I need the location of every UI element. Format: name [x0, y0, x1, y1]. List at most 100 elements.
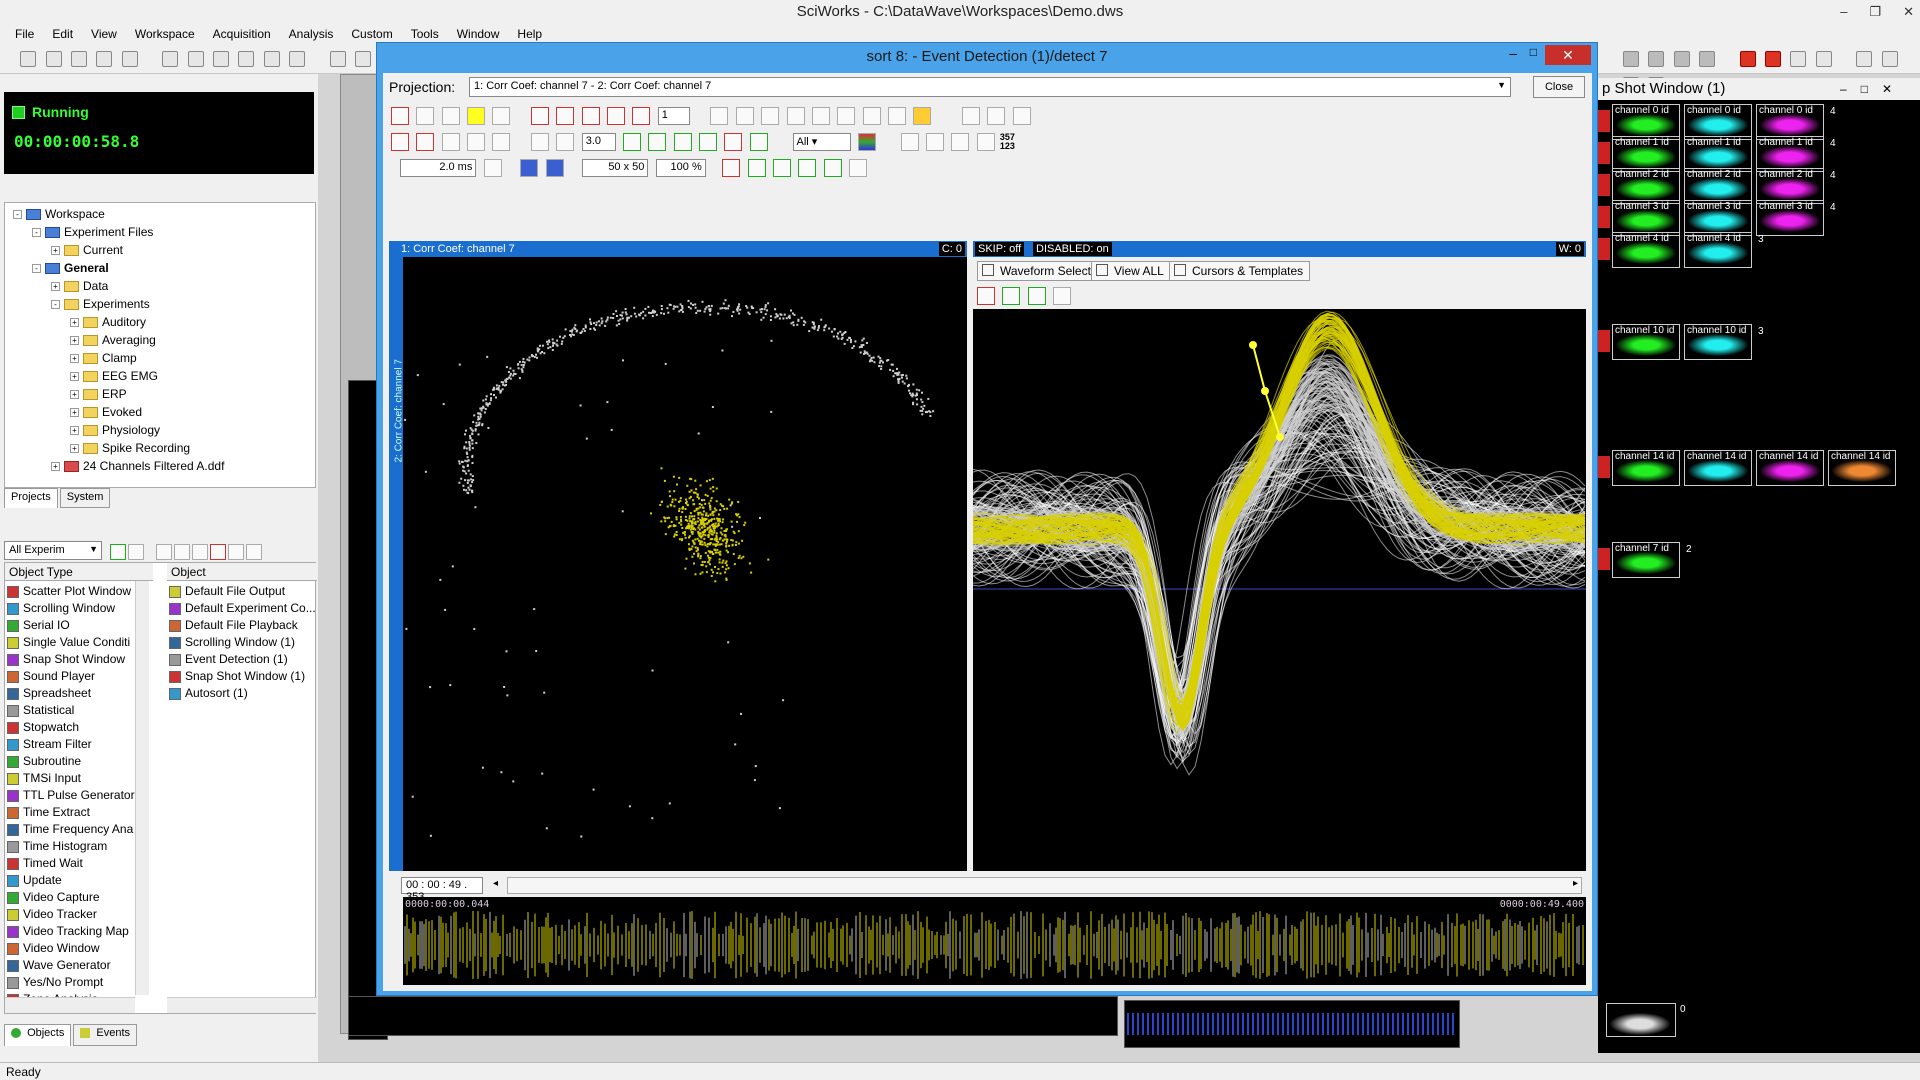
stop-record-icon[interactable] [1765, 51, 1782, 67]
object-type-item[interactable]: Video Window [7, 940, 135, 957]
text-a-icon[interactable] [467, 107, 486, 125]
export-icon[interactable] [849, 159, 868, 177]
cursor-handle[interactable] [1276, 433, 1284, 441]
wave-icon[interactable] [441, 107, 460, 125]
spike-icon-4[interactable] [607, 107, 626, 125]
event-window-close[interactable]: ✕ [1545, 45, 1591, 65]
tree-node[interactable]: - Experiment Files [32, 223, 153, 241]
menu-view[interactable]: View [82, 24, 126, 44]
tree-node[interactable]: + Clamp [70, 349, 137, 367]
filter-x-icon[interactable] [900, 133, 919, 151]
clear-icon[interactable] [391, 107, 409, 125]
snapshot-cell[interactable]: channel 0 id [1756, 104, 1824, 140]
snapshot-cell[interactable]: channel 14 id [1828, 450, 1896, 486]
collapse-icon[interactable]: - [51, 300, 60, 310]
object-type-item[interactable]: Spreadsheet [7, 685, 135, 702]
tree-node[interactable]: - General [32, 259, 109, 277]
tab-cursors-templates[interactable]: Cursors & Templates [1169, 261, 1311, 281]
sort-icon[interactable] [128, 544, 144, 560]
accept-cluster-icon[interactable] [749, 133, 768, 151]
object-type-item[interactable]: Sound Player [7, 668, 135, 685]
tile-icon[interactable] [1881, 51, 1898, 67]
object-item[interactable]: Default File Output [169, 583, 315, 600]
object-type-item[interactable]: Timed Wait [7, 855, 135, 872]
tree-node[interactable]: + Spike Recording [70, 439, 190, 457]
tree-node[interactable]: + Physiology [70, 421, 160, 439]
tree-node[interactable]: + Data [51, 277, 108, 295]
merge-icon[interactable] [441, 133, 460, 151]
tab-objects[interactable]: Objects [4, 1024, 72, 1046]
chevron-right-icon[interactable]: ▸ [1573, 878, 1578, 889]
zoom-region-icon[interactable] [786, 107, 805, 125]
check-icon-3[interactable] [798, 159, 817, 177]
cluster-icon-3[interactable] [673, 133, 692, 151]
menu-edit[interactable]: Edit [43, 24, 82, 44]
tree-node[interactable]: + Averaging [70, 331, 156, 349]
wave-tool-red-icon[interactable] [977, 287, 995, 305]
expand-icon[interactable]: + [70, 408, 79, 418]
object-type-item[interactable]: Scrolling Window [7, 600, 135, 617]
threshold-icon[interactable] [531, 133, 550, 151]
projection-select[interactable]: 1: Corr Coef: channel 7 - 2: Corr Coef: … [469, 77, 1511, 97]
object-item[interactable]: Scrolling Window (1) [169, 634, 315, 651]
menu-workspace[interactable]: Workspace [126, 24, 204, 44]
time-scrollbar[interactable] [507, 877, 1582, 894]
properties-icon[interactable] [156, 544, 172, 560]
object-type-item[interactable]: Wave Generator [7, 957, 135, 974]
threshold-spinner[interactable]: 3.0 [581, 133, 616, 151]
reject-icon[interactable] [722, 159, 741, 177]
snapshot-cell[interactable]: channel 10 id [1612, 324, 1680, 360]
object-item[interactable]: Default Experiment Co... [169, 600, 315, 617]
snapshot-cell[interactable]: channel 1 id [1684, 136, 1752, 172]
menu-analysis[interactable]: Analysis [280, 24, 343, 44]
expand-icon[interactable]: + [70, 372, 79, 382]
all-select[interactable]: All ▾ [792, 133, 851, 151]
minimize-button[interactable]: – [1840, 0, 1847, 24]
expand-icon[interactable]: + [70, 444, 79, 454]
menu-window[interactable]: Window [448, 24, 509, 44]
split-icon[interactable] [467, 133, 486, 151]
expand-icon[interactable]: + [70, 318, 79, 328]
new-icon[interactable] [20, 51, 37, 67]
object-type-item[interactable]: Statistical [7, 702, 135, 719]
target-icon[interactable] [887, 107, 906, 125]
cluster-icon-2[interactable] [648, 133, 667, 151]
select-icon[interactable] [710, 107, 729, 125]
object-item[interactable]: Event Detection (1) [169, 651, 315, 668]
tree-node[interactable]: + Evoked [70, 403, 142, 421]
record-icon[interactable] [1739, 51, 1756, 67]
snapshot-cell[interactable]: channel 2 id [1756, 168, 1824, 204]
zoom-in-icon[interactable] [1648, 51, 1665, 67]
copy-file-icon[interactable] [71, 51, 88, 67]
object-item[interactable]: Snap Shot Window (1) [169, 668, 315, 685]
expand-icon[interactable]: + [70, 390, 79, 400]
tree-node[interactable]: +24 Channels Filtered A.ddf [51, 457, 224, 475]
color-a-icon[interactable] [520, 159, 539, 177]
layout-b-icon[interactable] [987, 107, 1006, 125]
object-item[interactable]: Autosort (1) [169, 685, 315, 702]
question-icon[interactable] [492, 107, 511, 125]
object-type-item[interactable]: Time Extract [7, 804, 135, 821]
wave-tool-green-2-icon[interactable] [1027, 287, 1046, 305]
tab-waveform-select[interactable]: Waveform Select [977, 261, 1098, 281]
tab-view-all[interactable]: View ALL [1091, 261, 1171, 281]
snapshot-cell[interactable]: channel 14 id [1612, 450, 1680, 486]
snapshot-cell[interactable]: channel 2 id [1612, 168, 1680, 204]
spike-icon-3[interactable] [581, 107, 600, 125]
spike-icon-1[interactable] [531, 107, 550, 125]
column-header-object-type[interactable]: Object Type [5, 563, 153, 581]
filter-icon[interactable] [246, 544, 262, 560]
zoom-fit-icon[interactable] [1699, 51, 1716, 67]
zoom-out-icon[interactable] [1673, 51, 1690, 67]
snapshot-bottom-cell[interactable] [1606, 1003, 1676, 1037]
menu-help[interactable]: Help [508, 24, 551, 44]
object-filter-select[interactable]: All Experim ▼ [4, 541, 102, 560]
menu-custom[interactable]: Custom [342, 24, 401, 44]
wave-tool-settings-icon[interactable] [1053, 287, 1072, 305]
grid-icon[interactable] [761, 107, 780, 125]
cursor-handle[interactable] [1261, 387, 1269, 395]
time-position-field[interactable]: 00 : 00 : 49 . 353 [401, 877, 483, 903]
find-icon[interactable] [289, 51, 306, 67]
object-list-hscrollbar[interactable] [167, 997, 317, 1013]
object-type-item[interactable]: Stopwatch [7, 719, 135, 736]
